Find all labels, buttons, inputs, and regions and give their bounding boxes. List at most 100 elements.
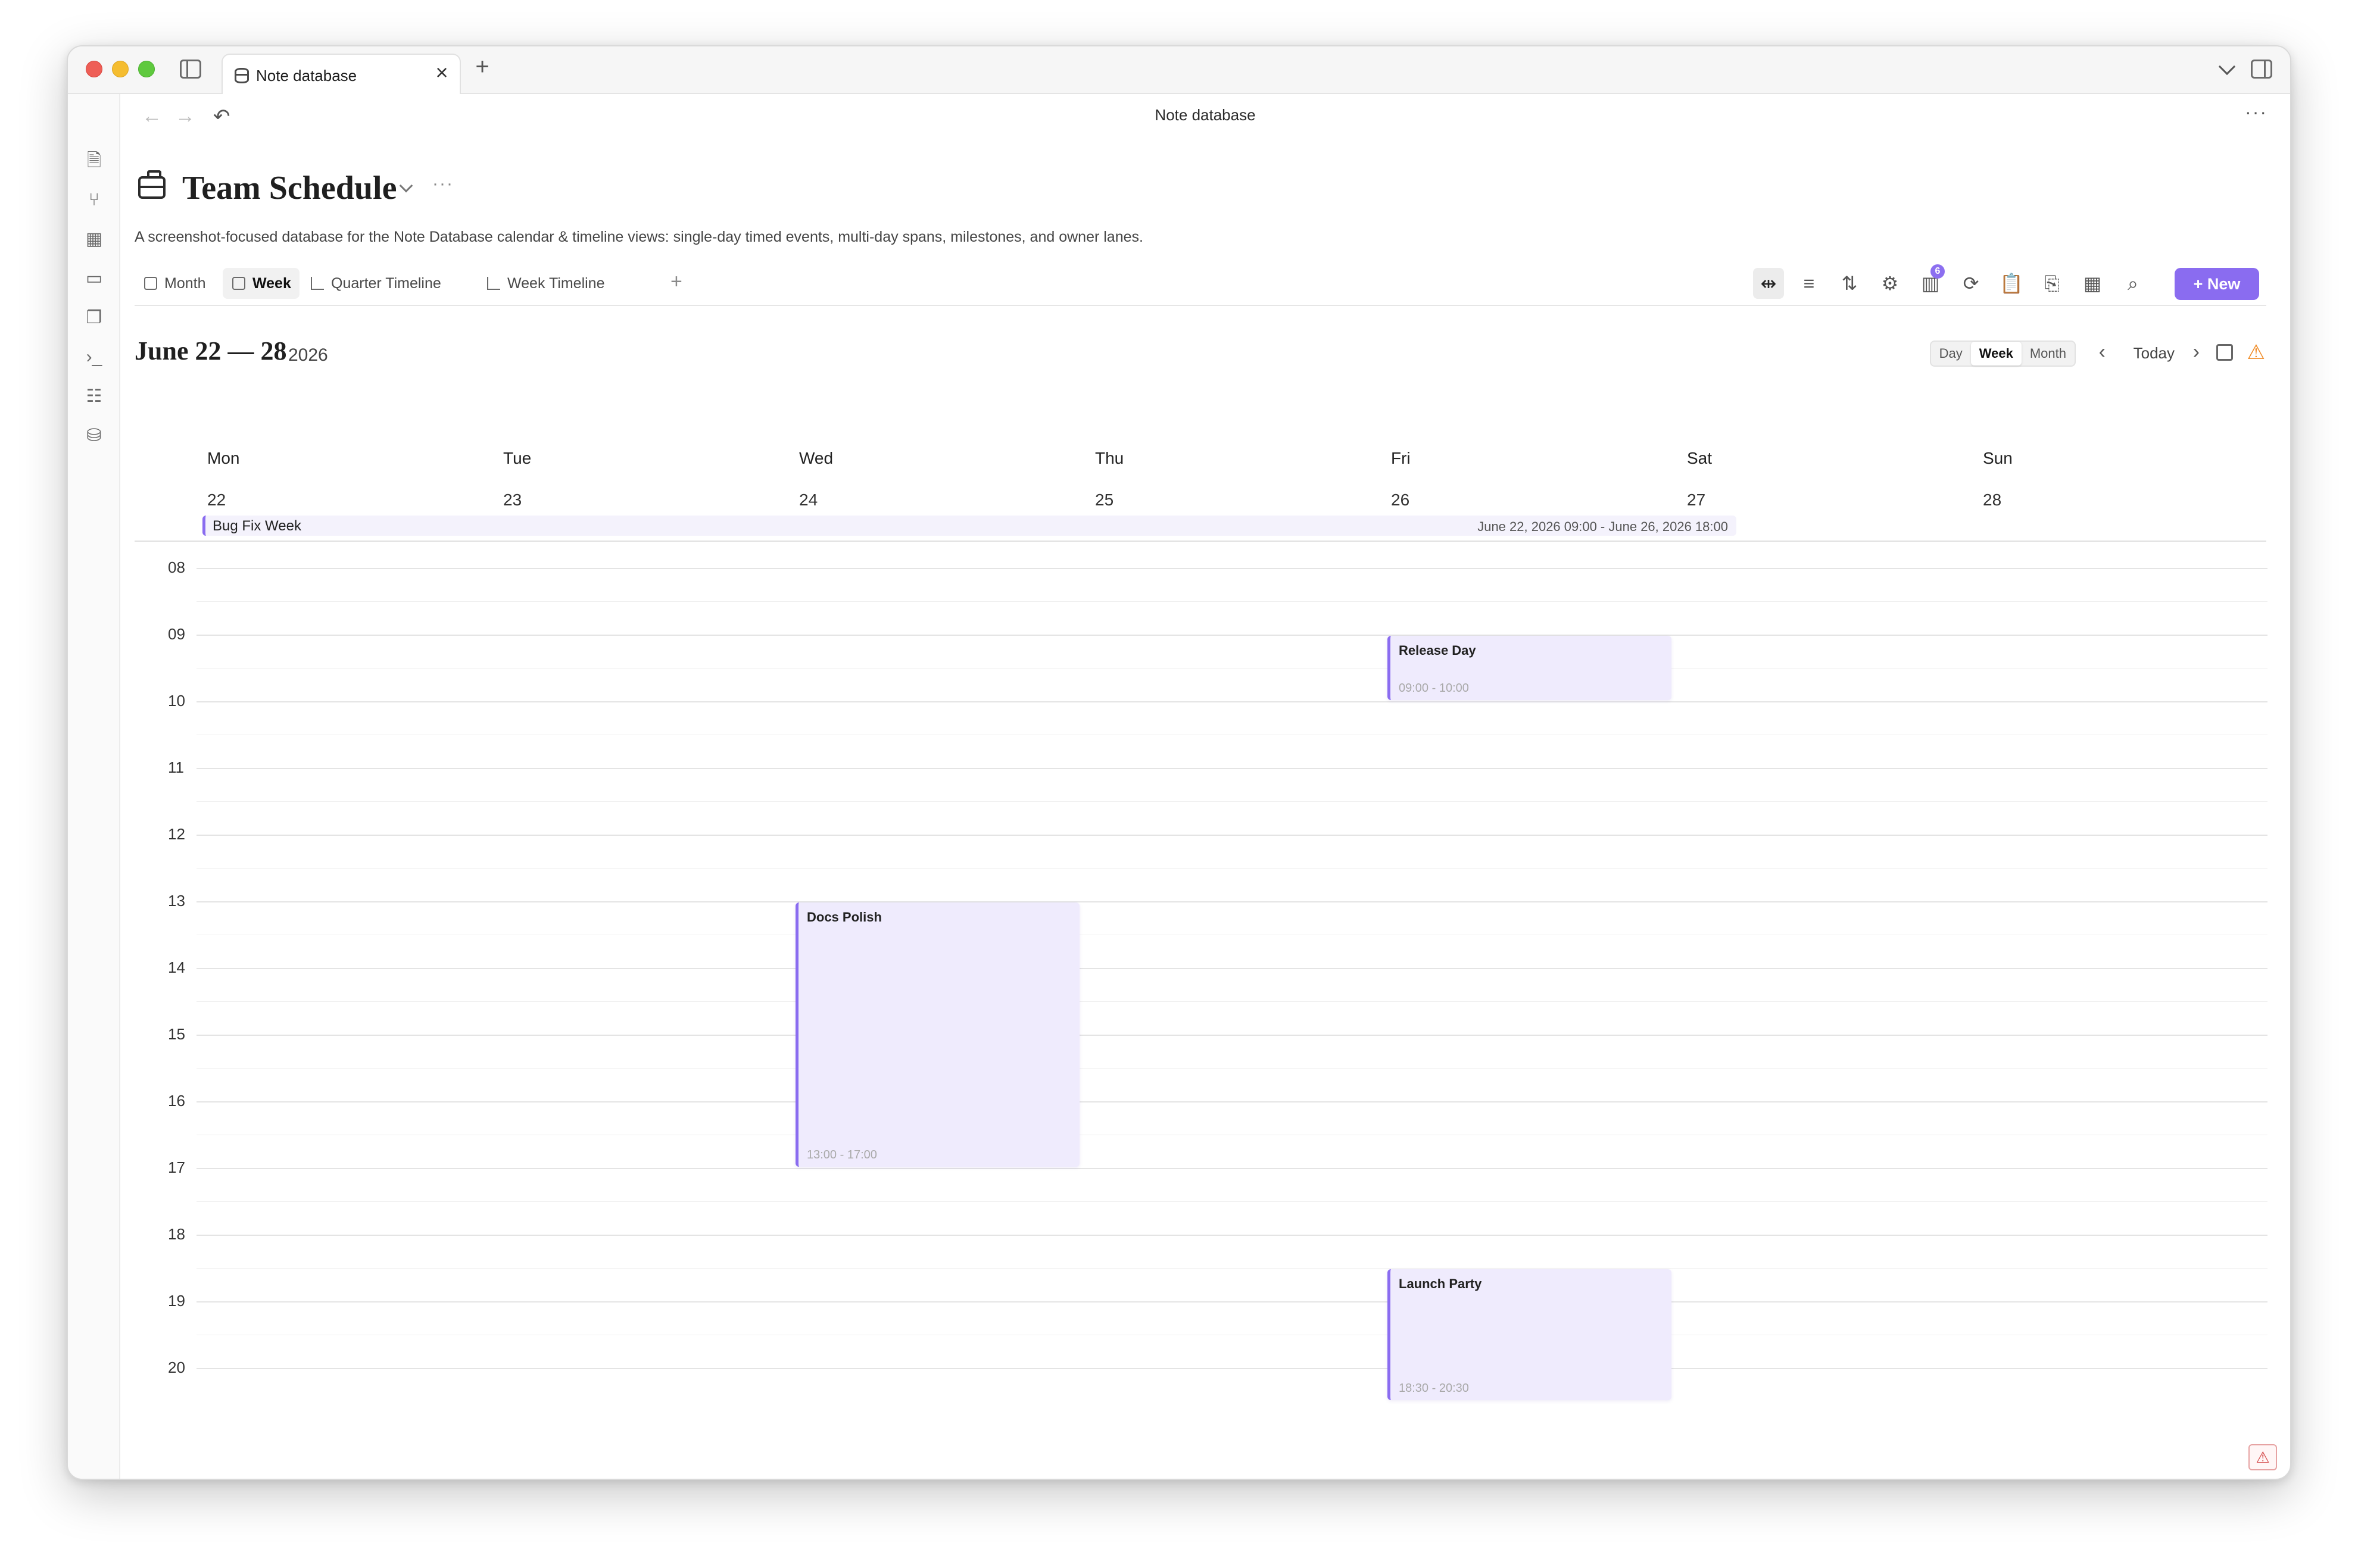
calendar-icon[interactable]: ▭ (85, 269, 104, 288)
tab-label: Week (252, 275, 291, 292)
nav-title: Note database (1155, 106, 1256, 124)
sync-off-icon[interactable]: ⚠ (2248, 1444, 2277, 1470)
mode-month-button[interactable]: Month (2022, 342, 2075, 366)
new-button[interactable]: + New (2175, 268, 2259, 300)
all-day-event-bug-fix-week[interactable]: Bug Fix Week June 22, 2026 09:00 - June … (202, 516, 1736, 536)
hour-gridline (196, 1235, 2267, 1236)
warning-icon[interactable]: ⚠ (2247, 341, 2265, 364)
tab-label: Week Timeline (507, 275, 605, 292)
day-header-thu: Thu (1095, 449, 1124, 467)
filter-icon[interactable]: ≡ (1794, 268, 1824, 299)
day-header-sat: Sat (1687, 449, 1713, 467)
sort-icon[interactable]: ⇅ (1834, 268, 1865, 299)
event-release-day[interactable]: Release Day 09:00 - 10:00 (1387, 636, 1671, 700)
tab-week-timeline[interactable]: Week Timeline (478, 268, 613, 299)
export-icon[interactable]: ⎘ (2036, 268, 2067, 299)
event-docs-polish[interactable]: Docs Polish 13:00 - 17:00 (796, 902, 1080, 1167)
columns-icon[interactable]: ▥ 6 (1915, 264, 1946, 299)
timeline-view-icon (487, 277, 500, 290)
event-title: Release Day (1399, 643, 1476, 658)
tab-week[interactable]: Week (223, 268, 300, 299)
settings-icon[interactable]: ⚙ (1874, 268, 1905, 299)
minimize-window-button[interactable] (112, 61, 129, 77)
half-hour-gridline (196, 868, 2267, 869)
right-panel-toggle-icon[interactable] (2251, 60, 2272, 79)
clipboard-icon[interactable]: 📋 (1996, 268, 2027, 299)
event-title: Docs Polish (807, 910, 882, 924)
database-icon (235, 68, 249, 83)
hour-label: 11 (168, 758, 184, 776)
graph-icon[interactable]: ⑂ (85, 190, 104, 210)
mode-day-button[interactable]: Day (1931, 342, 1971, 366)
event-title: Launch Party (1399, 1276, 1482, 1291)
database-rail-icon[interactable]: ⛁ (85, 426, 104, 445)
event-launch-party[interactable]: Launch Party 18:30 - 20:30 (1387, 1269, 1671, 1400)
hour-label: 09 (168, 625, 185, 643)
new-tab-button[interactable]: + (470, 55, 494, 79)
briefcase-icon (138, 170, 166, 199)
hour-label: 13 (168, 892, 185, 910)
tab-note-database[interactable]: Note database × (222, 54, 461, 94)
checklist-icon[interactable]: ☷ (85, 387, 104, 406)
calendar-mode-switch: Day Week Month (1929, 341, 2076, 367)
chevron-down-icon[interactable] (2218, 58, 2236, 76)
hour-gridline (196, 701, 2267, 702)
hour-label: 18 (168, 1225, 185, 1243)
event-time: 09:00 - 10:00 (1399, 682, 1469, 695)
day-header-tue: Tue (503, 449, 532, 467)
file-search-icon[interactable]: 🗎 (85, 151, 104, 170)
page-description: A screenshot-focused database for the No… (135, 229, 1143, 245)
sidebar-toggle-icon[interactable] (180, 60, 201, 79)
hour-gridline (196, 901, 2267, 902)
today-button[interactable]: Today (2134, 344, 2175, 363)
more-options-icon[interactable]: ··· (2245, 101, 2267, 123)
columns-badge: 6 (1930, 264, 1945, 279)
divider (135, 305, 2266, 306)
titlebar: Note database × + (68, 46, 2290, 94)
all-day-event-range: June 22, 2026 09:00 - June 26, 2026 18:0… (1477, 519, 1728, 534)
hour-label: 14 (168, 958, 185, 976)
chevron-right-icon[interactable]: › (2193, 341, 2200, 364)
timeline-view-icon (311, 277, 324, 290)
day-number: 22 (207, 491, 226, 509)
title-chevron-down-icon[interactable] (399, 179, 413, 193)
hour-gridline (196, 1101, 2267, 1102)
day-header-wed: Wed (799, 449, 834, 467)
close-tab-icon[interactable]: × (432, 62, 451, 83)
hour-gridline (196, 568, 2267, 569)
hour-label: 10 (168, 692, 185, 710)
hour-label: 19 (168, 1292, 185, 1310)
day-header-fri: Fri (1391, 449, 1411, 467)
hour-gridline (196, 1301, 2267, 1302)
hour-label: 20 (168, 1358, 185, 1376)
chevron-left-icon[interactable]: ‹ (2099, 341, 2106, 364)
fit-width-icon[interactable]: ⇹ (1753, 268, 1784, 299)
maximize-window-button[interactable] (138, 61, 155, 77)
new-button-label: New (2207, 275, 2241, 293)
tab-quarter-timeline[interactable]: Quarter Timeline (301, 268, 450, 299)
time-grid[interactable]: Release Day 09:00 - 10:00 Docs Polish 13:00… (196, 568, 2267, 1400)
hour-gridline (196, 968, 2267, 969)
page-title: Team Schedule (182, 170, 397, 207)
app-window: Note database × + 🗎 ⑂ ▦ ▭ ❐ ›_ ☷ ⛁ ← → ↶… (67, 45, 2291, 1480)
add-view-button[interactable]: + (670, 270, 682, 293)
half-hour-gridline (196, 801, 2267, 802)
hour-gridline (196, 1368, 2267, 1369)
close-window-button[interactable] (86, 61, 102, 77)
half-hour-gridline (196, 668, 2267, 669)
hour-gridline (196, 1035, 2267, 1036)
divider (135, 541, 2266, 542)
mode-week-button[interactable]: Week (1970, 342, 2022, 366)
title-more-icon[interactable]: ··· (432, 174, 454, 194)
calendar-settings-icon[interactable]: ▦ (2077, 268, 2108, 299)
tab-month[interactable]: Month (135, 268, 214, 299)
hour-label: 08 (168, 558, 185, 576)
all-day-event-title: Bug Fix Week (213, 518, 301, 534)
terminal-icon[interactable]: ›_ (85, 348, 104, 367)
date-picker-icon[interactable] (2216, 344, 2233, 361)
refresh-icon[interactable]: ⟳ (1955, 268, 1986, 299)
search-icon[interactable]: ⌕ (2117, 268, 2148, 299)
tab-title: Note database (256, 67, 357, 85)
grid-icon[interactable]: ▦ (85, 230, 104, 249)
copy-icon[interactable]: ❐ (85, 308, 104, 327)
